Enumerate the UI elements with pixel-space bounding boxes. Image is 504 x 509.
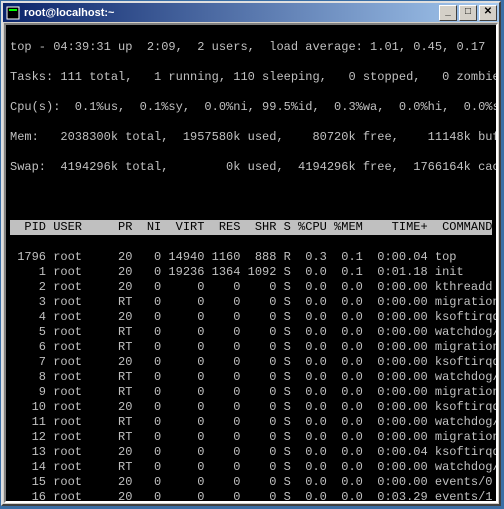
process-row: 1 root 20 0 19236 1364 1092 S 0.0 0.1 0:… (10, 265, 492, 280)
process-row: 8 root RT 0 0 0 0 S 0.0 0.0 0:00.00 watc… (10, 370, 492, 385)
process-row: 10 root 20 0 0 0 0 S 0.0 0.0 0:00.00 kso… (10, 400, 492, 415)
process-row: 16 root 20 0 0 0 0 S 0.0 0.0 0:03.29 eve… (10, 490, 492, 503)
terminal-window: root@localhost:~ _ □ ✕ top - 04:39:31 up… (1, 1, 501, 506)
minimize-button[interactable]: _ (439, 5, 457, 21)
process-row: 2 root 20 0 0 0 0 S 0.0 0.0 0:00.00 kthr… (10, 280, 492, 295)
summary-line: Tasks: 111 total, 1 running, 110 sleepin… (10, 70, 492, 85)
summary-line: Swap: 4194296k total, 0k used, 4194296k … (10, 160, 492, 175)
process-row: 4 root 20 0 0 0 0 S 0.0 0.0 0:00.00 ksof… (10, 310, 492, 325)
process-row: 6 root RT 0 0 0 0 S 0.0 0.0 0:00.00 migr… (10, 340, 492, 355)
close-button[interactable]: ✕ (479, 5, 497, 21)
summary-line: Mem: 2038300k total, 1957580k used, 8072… (10, 130, 492, 145)
window-title: root@localhost:~ (24, 7, 439, 19)
process-row: 15 root 20 0 0 0 0 S 0.0 0.0 0:00.00 eve… (10, 475, 492, 490)
app-icon (5, 5, 21, 21)
process-row: 9 root RT 0 0 0 0 S 0.0 0.0 0:00.00 migr… (10, 385, 492, 400)
process-row: 5 root RT 0 0 0 0 S 0.0 0.0 0:00.00 watc… (10, 325, 492, 340)
process-list: 1796 root 20 0 14940 1160 888 R 0.3 0.1 … (10, 250, 492, 503)
window-controls: _ □ ✕ (439, 5, 497, 21)
terminal-body[interactable]: top - 04:39:31 up 2:09, 2 users, load av… (4, 23, 498, 503)
process-row: 3 root RT 0 0 0 0 S 0.0 0.0 0:00.00 migr… (10, 295, 492, 310)
summary-line: Cpu(s): 0.1%us, 0.1%sy, 0.0%ni, 99.5%id,… (10, 100, 492, 115)
titlebar[interactable]: root@localhost:~ _ □ ✕ (3, 3, 499, 22)
maximize-button[interactable]: □ (459, 5, 477, 21)
process-row: 1796 root 20 0 14940 1160 888 R 0.3 0.1 … (10, 250, 492, 265)
process-row: 14 root RT 0 0 0 0 S 0.0 0.0 0:00.00 wat… (10, 460, 492, 475)
process-header: PID USER PR NI VIRT RES SHR S %CPU %MEM … (10, 220, 492, 235)
process-row: 11 root RT 0 0 0 0 S 0.0 0.0 0:00.00 wat… (10, 415, 492, 430)
process-row: 13 root 20 0 0 0 0 S 0.0 0.0 0:00.04 kso… (10, 445, 492, 460)
process-row: 7 root 20 0 0 0 0 S 0.0 0.0 0:00.00 ksof… (10, 355, 492, 370)
summary-line: top - 04:39:31 up 2:09, 2 users, load av… (10, 40, 492, 55)
process-row: 12 root RT 0 0 0 0 S 0.0 0.0 0:00.00 mig… (10, 430, 492, 445)
blank-line (10, 190, 492, 205)
